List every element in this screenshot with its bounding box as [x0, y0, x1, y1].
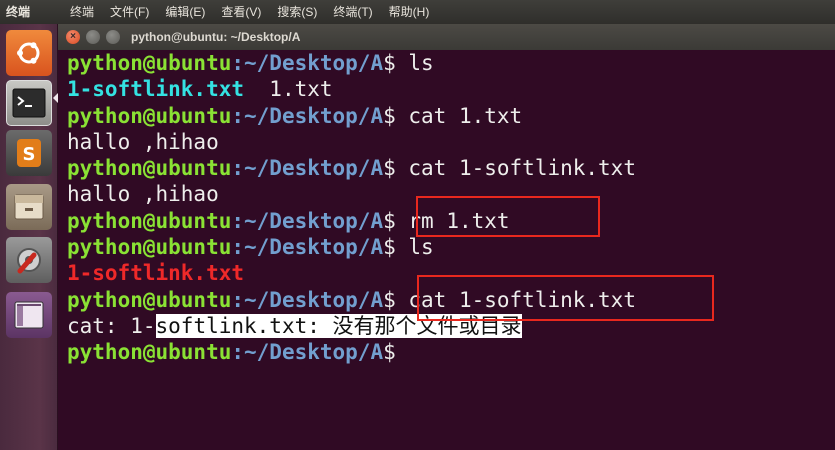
terminal-line: 1-softlink.txt — [67, 260, 835, 286]
prompt-symbol: $ — [383, 235, 396, 260]
app-name: 终端 — [6, 5, 31, 19]
prompt-path: :~/Desktop/A — [231, 103, 384, 128]
command-text: rm 1.txt — [395, 208, 510, 233]
terminal-line: cat: 1-softlink.txt: 没有那个文件或目录 — [67, 313, 835, 339]
terminal-line: python@ubuntu:~/Desktop/A$ ls — [67, 50, 835, 76]
terminal-line: 1-softlink.txt 1.txt — [67, 76, 835, 102]
prompt-user: python@ubuntu — [67, 51, 232, 75]
prompt-symbol: $ — [383, 156, 396, 181]
minimize-icon[interactable] — [86, 30, 100, 44]
regular-file: 1.txt — [244, 77, 333, 102]
terminal-line: python@ubuntu:~/Desktop/A$ cat 1-softlin… — [67, 287, 835, 313]
maximize-icon[interactable] — [106, 30, 120, 44]
prompt-path: :~/Desktop/A — [231, 235, 384, 260]
close-icon[interactable]: × — [66, 30, 80, 44]
prompt-user: python@ubuntu — [67, 287, 232, 312]
command-text: ls — [395, 51, 434, 75]
error-prefix: cat: 1- — [67, 313, 156, 338]
system-settings-icon[interactable] — [6, 237, 52, 283]
command-text: cat 1-softlink.txt — [395, 287, 636, 312]
terminal-line: python@ubuntu:~/Desktop/A$ rm 1.txt — [67, 208, 835, 234]
prompt-user: python@ubuntu — [67, 103, 232, 128]
terminal-line: hallo ,hihao — [67, 181, 835, 207]
workspace-switcher-icon[interactable] — [6, 292, 52, 338]
prompt-symbol: $ — [383, 103, 396, 128]
prompt-path: :~/Desktop/A — [231, 340, 384, 365]
command-text: cat 1-softlink.txt — [395, 156, 636, 181]
ubuntu-logo-icon[interactable] — [6, 30, 52, 76]
command-text: cat 1.txt — [395, 103, 523, 128]
symlink-file: 1-softlink.txt — [67, 77, 245, 102]
prompt-symbol: $ — [383, 208, 396, 233]
command-output: hallo ,hihao — [67, 129, 219, 154]
menu-items: 终端 文件(F) 编辑(E) 查看(V) 搜索(S) 终端(T) 帮助(H) — [62, 0, 437, 24]
prompt-user: python@ubuntu — [67, 208, 232, 233]
unity-launcher: S — [0, 24, 58, 450]
file-manager-icon[interactable] — [6, 184, 52, 230]
prompt-symbol: $ — [383, 287, 396, 312]
terminal-line: python@ubuntu:~/Desktop/A$ — [67, 339, 835, 365]
terminal-line: hallo ,hihao — [67, 129, 835, 155]
prompt-path: :~/Desktop/A — [231, 208, 384, 233]
top-menu-bar: 终端 终端 文件(F) 编辑(E) 查看(V) 搜索(S) 终端(T) 帮助(H… — [0, 0, 835, 24]
terminal-line: python@ubuntu:~/Desktop/A$ cat 1-softlin… — [67, 155, 835, 181]
prompt-path: :~/Desktop/A — [231, 51, 384, 75]
prompt-symbol: $ — [383, 51, 396, 75]
window-titlebar[interactable]: × python@ubuntu: ~/Desktop/A — [58, 24, 835, 50]
broken-symlink-file: 1-softlink.txt — [67, 261, 245, 286]
menu-help[interactable]: 帮助(H) — [381, 0, 438, 24]
prompt-user: python@ubuntu — [67, 340, 232, 365]
terminal-output[interactable]: python@ubuntu:~/Desktop/A$ ls 1-softlink… — [58, 50, 835, 450]
window-title: python@ubuntu: ~/Desktop/A — [131, 30, 301, 44]
sublime-text-icon[interactable]: S — [6, 130, 52, 176]
menu-terminal[interactable]: 终端 — [62, 0, 102, 24]
prompt-user: python@ubuntu — [67, 235, 232, 260]
command-text: ls — [395, 235, 434, 260]
command-output: hallo ,hihao — [67, 182, 219, 207]
terminal-window: × python@ubuntu: ~/Desktop/A python@ubun… — [58, 24, 835, 450]
menu-edit[interactable]: 编辑(E) — [157, 0, 213, 24]
svg-text:S: S — [23, 144, 36, 165]
prompt-path: :~/Desktop/A — [231, 287, 384, 312]
menu-terminal-t[interactable]: 终端(T) — [325, 0, 380, 24]
menu-file[interactable]: 文件(F) — [102, 0, 157, 24]
error-highlight: softlink.txt: 没有那个文件或目录 — [155, 313, 522, 338]
terminal-line: python@ubuntu:~/Desktop/A$ cat 1.txt — [67, 103, 835, 129]
prompt-symbol: $ — [383, 340, 396, 365]
terminal-line: python@ubuntu:~/Desktop/A$ ls — [67, 234, 835, 260]
prompt-user: python@ubuntu — [67, 156, 232, 181]
prompt-path: :~/Desktop/A — [231, 156, 384, 181]
menu-view[interactable]: 查看(V) — [213, 0, 269, 24]
menu-search[interactable]: 搜索(S) — [269, 0, 325, 24]
terminal-icon[interactable] — [6, 80, 52, 126]
